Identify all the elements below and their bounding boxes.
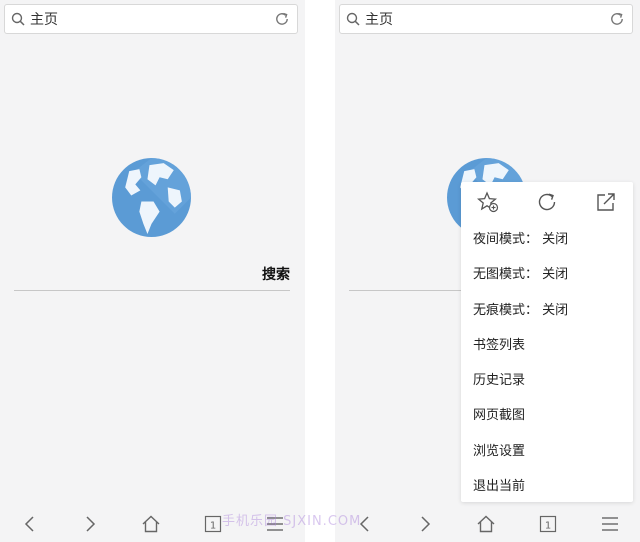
bottom-toolbar: 1 [335, 505, 640, 542]
share-icon[interactable] [595, 191, 617, 213]
back-icon[interactable] [355, 514, 375, 534]
reload-icon[interactable] [274, 11, 290, 27]
menu-icon[interactable] [265, 514, 285, 534]
search-button[interactable]: 搜索 [262, 264, 290, 284]
star-add-icon[interactable] [477, 191, 499, 213]
menu-item-exit[interactable]: 退出当前 [461, 469, 633, 504]
address-text: 主页 [30, 12, 58, 28]
menu-items: 夜间模式： 关闭 无图模式： 关闭 无痕模式： 关闭 书签列表 历史记录 网页截… [461, 222, 633, 504]
search-icon [346, 12, 360, 26]
menu-item-night-mode[interactable]: 夜间模式： 关闭 [461, 222, 633, 257]
menu-icon-row [461, 182, 633, 222]
menu-item-incognito-mode[interactable]: 无痕模式： 关闭 [461, 293, 633, 328]
tabs-count: 1 [545, 521, 551, 532]
address-bar[interactable]: 主页 [4, 4, 298, 34]
forward-icon[interactable] [415, 514, 435, 534]
tabs-count: 1 [210, 521, 216, 532]
forward-icon[interactable] [80, 514, 100, 534]
reload-icon[interactable] [609, 11, 625, 27]
home-icon[interactable] [476, 514, 496, 534]
globe-icon [112, 158, 191, 237]
home-icon[interactable] [141, 514, 161, 534]
menu-item-history[interactable]: 历史记录 [461, 363, 633, 398]
left-screen: 主页 搜索 1 [0, 0, 305, 542]
tabs-icon[interactable]: 1 [538, 514, 558, 534]
browser-menu: 夜间模式： 关闭 无图模式： 关闭 无痕模式： 关闭 书签列表 历史记录 网页截… [461, 182, 633, 502]
menu-item-screenshot[interactable]: 网页截图 [461, 398, 633, 433]
right-screen: 主页 夜间模式： 关闭 无图模式： 关闭 无痕模式： 关闭 书签列表 历史记录 … [335, 0, 640, 542]
address-text: 主页 [365, 12, 393, 28]
menu-icon[interactable] [600, 514, 620, 534]
bottom-toolbar: 1 [0, 505, 305, 542]
tabs-icon[interactable]: 1 [203, 514, 223, 534]
refresh-icon[interactable] [536, 191, 558, 213]
search-input[interactable]: 搜索 [14, 262, 290, 291]
back-icon[interactable] [20, 514, 40, 534]
address-bar[interactable]: 主页 [339, 4, 633, 34]
menu-item-no-image-mode[interactable]: 无图模式： 关闭 [461, 257, 633, 292]
menu-item-bookmarks[interactable]: 书签列表 [461, 328, 633, 363]
search-icon [11, 12, 25, 26]
menu-item-settings[interactable]: 浏览设置 [461, 434, 633, 469]
